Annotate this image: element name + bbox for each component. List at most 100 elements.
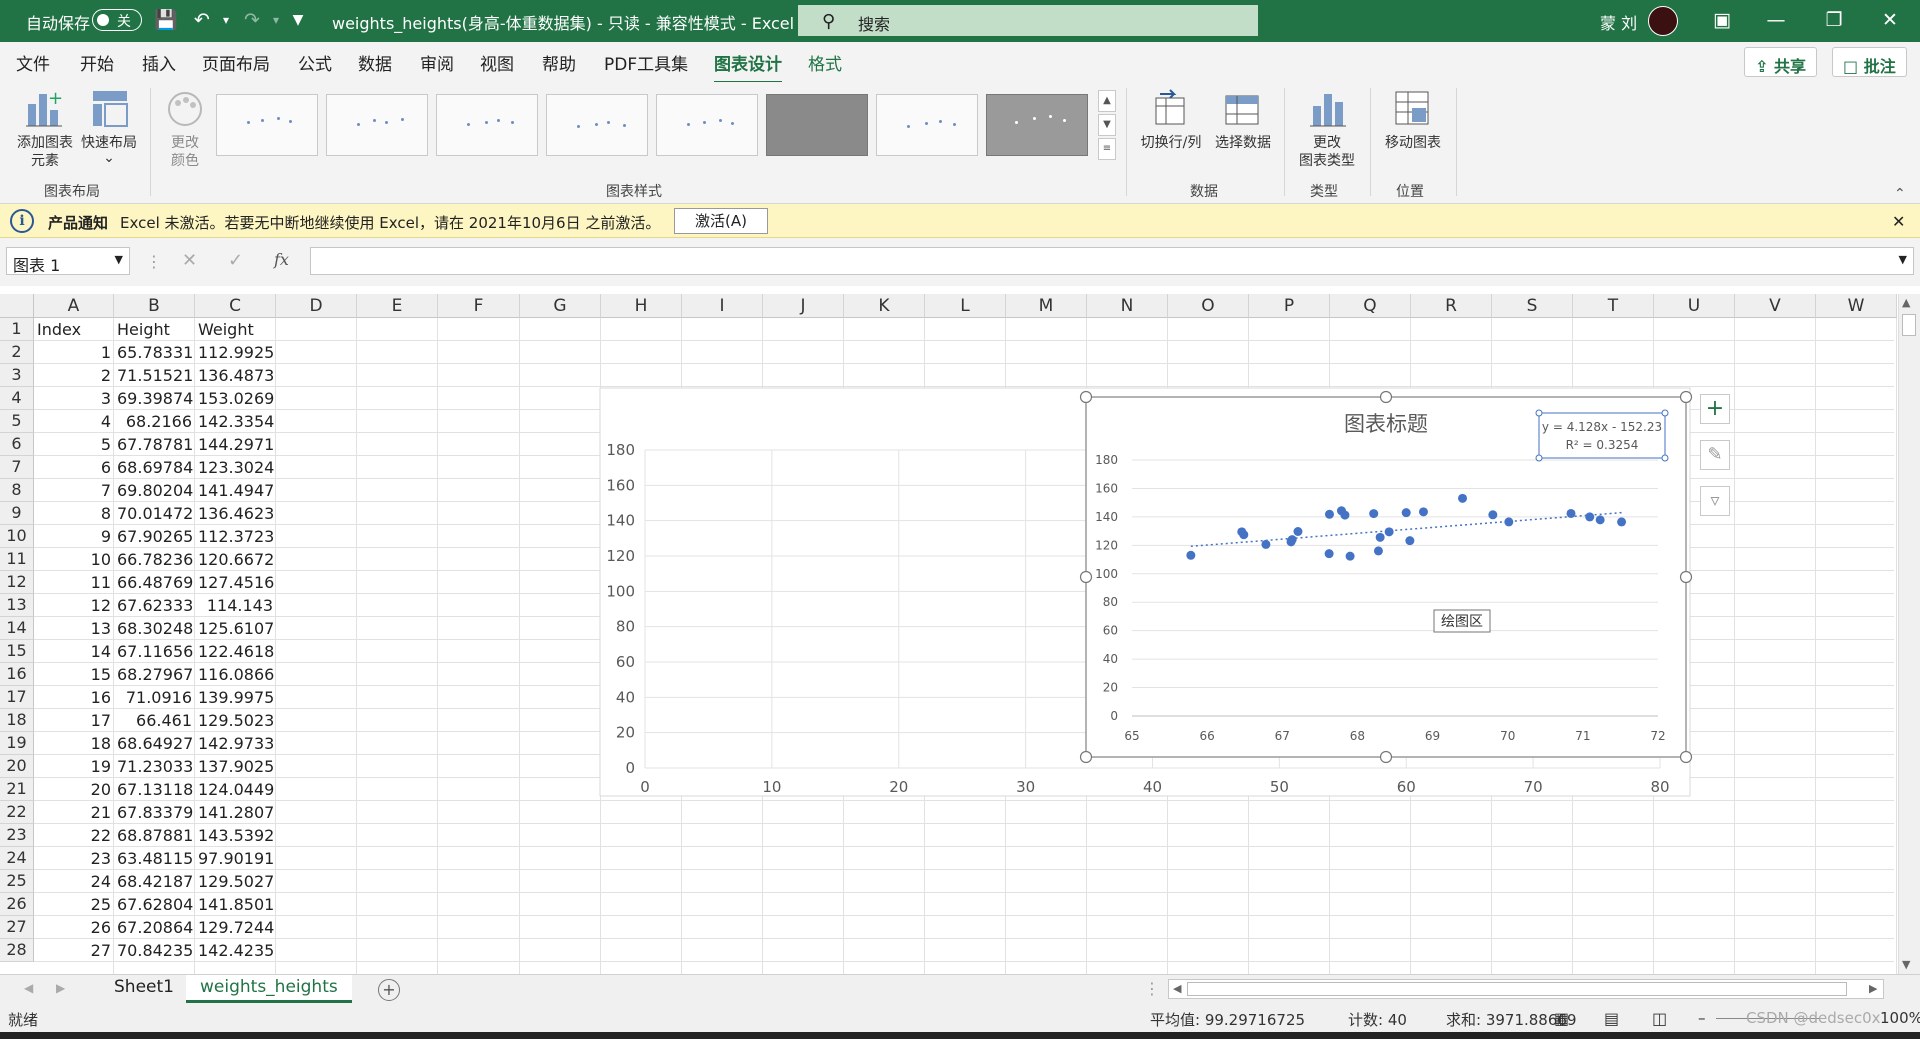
resize-handle[interactable] — [1679, 570, 1693, 584]
data-point[interactable] — [1293, 527, 1303, 537]
gallery-down-icon[interactable]: ▼ — [1098, 114, 1116, 136]
page-layout-view-icon[interactable]: ▤ — [1604, 1009, 1619, 1028]
chart-title[interactable]: 图表标题 — [1344, 412, 1428, 436]
prev-sheet-icon[interactable]: ◀ — [24, 981, 33, 995]
move-chart-button[interactable]: 移动图表 — [1378, 84, 1448, 168]
minimize-icon[interactable]: — — [1762, 9, 1790, 31]
scroll-left-icon[interactable]: ◀ — [1173, 982, 1181, 995]
change-colors-button[interactable]: 更改 颜色 — [158, 84, 212, 169]
undo-dropdown-icon[interactable]: ▾ — [212, 9, 240, 31]
customize-toolbar-icon[interactable]: ▼ — [284, 9, 312, 31]
add-sheet-icon[interactable]: + — [378, 979, 400, 1001]
data-point[interactable] — [1369, 509, 1379, 519]
scroll-right-icon[interactable]: ▶ — [1869, 982, 1877, 995]
select-data-button[interactable]: 选择数据 — [1210, 84, 1276, 168]
insert-function-icon[interactable]: fx — [274, 250, 289, 269]
data-point[interactable] — [1340, 510, 1350, 520]
data-point[interactable] — [1375, 532, 1385, 542]
chart-style-6[interactable] — [766, 94, 868, 156]
next-sheet-icon[interactable]: ▶ — [56, 981, 65, 995]
chart-filters-icon[interactable]: ▿ — [1700, 486, 1730, 516]
status-average[interactable]: 平均值: 99.29716725 — [1150, 1009, 1305, 1030]
change-chart-type-button[interactable]: 更改 图表类型 — [1292, 84, 1362, 169]
tab-chart-design[interactable]: 图表设计 — [714, 50, 782, 84]
resize-handle[interactable] — [1679, 750, 1693, 764]
page-break-view-icon[interactable]: ◫ — [1652, 1009, 1667, 1028]
data-point[interactable] — [1488, 510, 1498, 520]
name-box[interactable]: 图表 1 ▼ — [6, 247, 130, 275]
enter-icon[interactable]: ✓ — [228, 250, 243, 271]
chevron-down-icon[interactable]: ▼ — [115, 253, 123, 266]
share-button[interactable]: ⇪ 共享 — [1744, 47, 1817, 77]
data-point[interactable] — [1261, 539, 1271, 549]
resize-handle[interactable] — [1679, 390, 1693, 404]
data-point[interactable] — [1405, 536, 1415, 546]
scroll-down-icon[interactable]: ▼ — [1902, 958, 1910, 971]
data-point[interactable] — [1401, 508, 1411, 518]
data-point[interactable] — [1287, 535, 1297, 545]
drag-handle-icon[interactable]: ⋮ — [146, 252, 162, 271]
data-point[interactable] — [1384, 527, 1394, 537]
label-handle[interactable] — [1535, 409, 1543, 417]
data-point[interactable] — [1585, 512, 1595, 522]
data-point[interactable] — [1237, 527, 1247, 537]
tab-help[interactable]: 帮助 — [542, 50, 576, 75]
quick-layout-button[interactable]: 快速布局 ⌄ — [76, 84, 142, 168]
split-handle-icon[interactable]: ⋮ — [1144, 979, 1160, 998]
tab-data[interactable]: 数据 — [358, 50, 392, 75]
zoom-level[interactable]: 100% — [1880, 1009, 1920, 1027]
label-handle[interactable] — [1661, 454, 1669, 462]
close-icon[interactable]: ✕ — [1876, 9, 1904, 31]
h-scroll-thumb[interactable] — [1187, 982, 1847, 996]
chart-style-5[interactable] — [656, 94, 758, 156]
formula-input[interactable]: ▼ — [310, 247, 1914, 275]
tab-review[interactable]: 审阅 — [420, 50, 454, 75]
cancel-icon[interactable]: ✕ — [182, 250, 197, 271]
zoom-out-icon[interactable]: – — [1698, 1009, 1706, 1027]
data-point[interactable] — [1345, 551, 1355, 561]
chart-style-1[interactable] — [216, 94, 318, 156]
label-handle[interactable] — [1535, 454, 1543, 462]
status-count[interactable]: 计数: 40 — [1348, 1009, 1407, 1030]
tab-insert[interactable]: 插入 — [142, 50, 176, 75]
vertical-scrollbar[interactable]: ▲ ▼ — [1898, 294, 1920, 974]
data-point[interactable] — [1504, 517, 1514, 527]
scroll-up-icon[interactable]: ▲ — [1902, 296, 1910, 309]
chart-style-7[interactable] — [876, 94, 978, 156]
data-point[interactable] — [1458, 493, 1468, 503]
chart-style-3[interactable] — [436, 94, 538, 156]
chart-style-8[interactable] — [986, 94, 1088, 156]
autosave-toggle[interactable]: 关 — [92, 9, 142, 31]
user-name[interactable]: 蒙 刘 — [1600, 10, 1637, 34]
gallery-up-icon[interactable]: ▲ — [1098, 90, 1116, 112]
data-point[interactable] — [1418, 507, 1428, 517]
data-point[interactable] — [1186, 550, 1196, 560]
data-point[interactable] — [1595, 515, 1605, 525]
tab-format[interactable]: 格式 — [808, 50, 842, 75]
normal-view-icon[interactable]: ▦ — [1554, 1009, 1569, 1028]
data-point[interactable] — [1566, 508, 1576, 518]
resize-handle[interactable] — [1079, 390, 1093, 404]
chart-style-4[interactable] — [546, 94, 648, 156]
tab-home[interactable]: 开始 — [80, 50, 114, 75]
comments-button[interactable]: □ 批注 — [1832, 47, 1907, 77]
worksheet-grid[interactable]: ABCDEFGHIJKLMNOPQRSTUVW 1 2 3 4 5 6 7 8 9 10 11 12 1… — [0, 294, 1920, 974]
data-point[interactable] — [1324, 509, 1334, 519]
tab-file[interactable]: 文件 — [16, 50, 50, 75]
data-point[interactable] — [1617, 517, 1627, 527]
expand-formula-icon[interactable]: ▼ — [1899, 253, 1907, 266]
scroll-thumb[interactable] — [1902, 314, 1916, 336]
collapse-ribbon-icon[interactable]: ⌃ — [1894, 186, 1906, 202]
ribbon-display-icon[interactable]: ▣ — [1708, 9, 1736, 31]
close-notification-icon[interactable]: ✕ — [1892, 212, 1905, 231]
chart-elements-button[interactable]: + — [1700, 394, 1730, 424]
resize-handle[interactable] — [1079, 570, 1093, 584]
avatar[interactable] — [1648, 6, 1678, 36]
search-box[interactable]: ⚲ 搜索 — [798, 5, 1258, 36]
switch-row-column-button[interactable]: 切换行/列 — [1136, 84, 1206, 168]
activate-button[interactable]: 激活(A) — [674, 208, 768, 234]
tab-page-layout[interactable]: 页面布局 — [202, 50, 270, 75]
tab-view[interactable]: 视图 — [480, 50, 514, 75]
label-handle[interactable] — [1661, 409, 1669, 417]
save-icon[interactable]: 💾 — [152, 9, 180, 31]
